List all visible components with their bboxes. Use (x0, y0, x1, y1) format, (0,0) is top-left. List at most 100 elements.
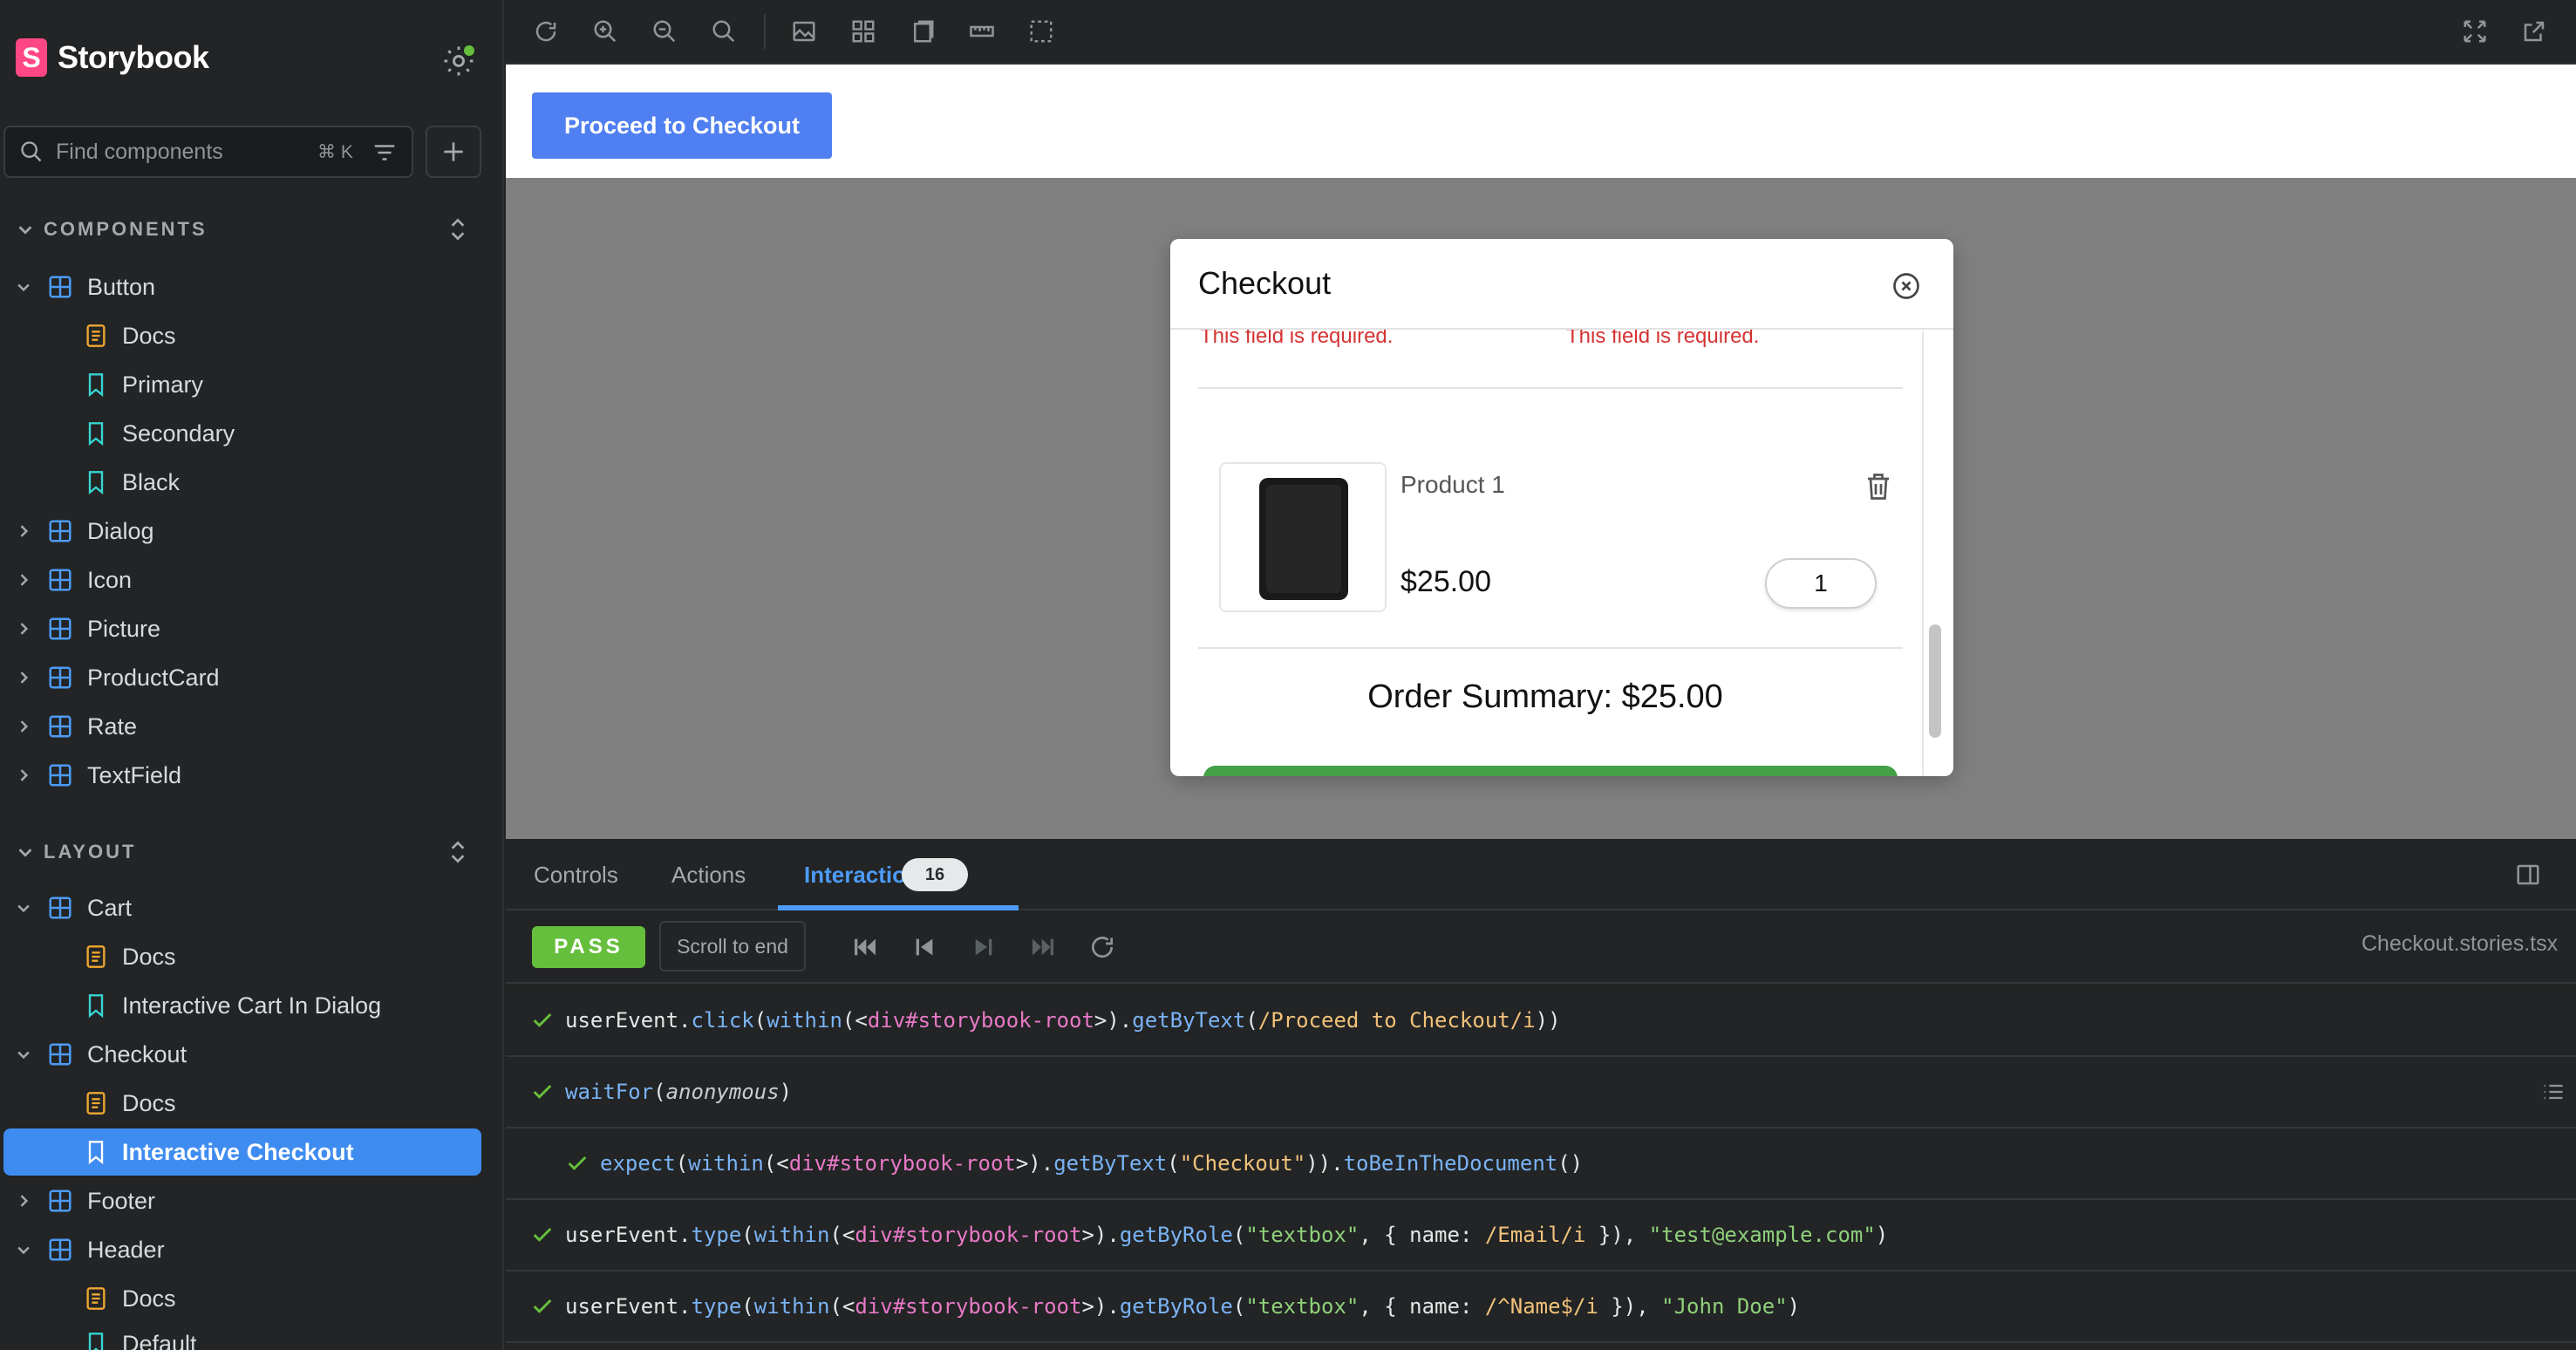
chevron-down-icon (18, 849, 32, 857)
sidebar-item-header[interactable]: Header (12, 1226, 165, 1273)
expand-collapse-icon[interactable] (446, 215, 469, 244)
log-row[interactable]: userEvent. type(within (< div#storybook-roo… (506, 1272, 2576, 1343)
open-new-tab-button[interactable] (2518, 16, 2550, 47)
log-token: ( (741, 1294, 754, 1319)
reload-button[interactable] (530, 16, 562, 47)
sidebar-item-label: Dialog (87, 517, 154, 544)
sidebar-item-button-primary[interactable]: Primary (72, 361, 203, 408)
log-token: /^Name$/i (1484, 1294, 1598, 1319)
background-button[interactable] (788, 16, 820, 47)
sidebar-item-header-default[interactable]: Default (72, 1320, 197, 1350)
sidebar-item-button-black[interactable]: Black (72, 459, 180, 506)
zoom-reset-button[interactable] (708, 16, 739, 47)
log-token: within (753, 1223, 830, 1247)
go-to-end-icon[interactable] (1029, 933, 1057, 961)
log-row[interactable]: waitFor(anonymous) (506, 1057, 2576, 1128)
group-layout[interactable]: LAYOUT (16, 841, 136, 863)
sidebar-item-label: Cart (87, 894, 133, 921)
log-token: "textbox" (1245, 1294, 1360, 1319)
zoom-out-icon (653, 20, 676, 43)
log-token: , { name: (1359, 1294, 1485, 1319)
log-token: div#storybook-root (855, 1223, 1082, 1247)
story-file-name: Checkout.stories.tsx (2361, 931, 2559, 956)
sidebar-item-header-docs[interactable]: Docs (72, 1275, 176, 1322)
log-token: "John Doe" (1661, 1294, 1788, 1319)
outline-button[interactable] (1026, 16, 1057, 47)
sidebar-item-button-secondary[interactable]: Secondary (72, 410, 235, 457)
log-token: >). (1081, 1223, 1120, 1247)
proceed-to-checkout-button[interactable]: Proceed to Checkout (532, 92, 832, 159)
sidebar-item-rate[interactable]: Rate (12, 703, 137, 750)
grid-button[interactable] (848, 16, 879, 47)
zoom-out-button[interactable] (649, 16, 680, 47)
go-to-start-icon[interactable] (851, 933, 879, 961)
fullscreen-button[interactable] (2459, 16, 2491, 47)
sidebar-item-textfield[interactable]: TextField (12, 752, 181, 799)
sidebar-item-label: Docs (122, 1285, 176, 1312)
measure-button[interactable] (966, 16, 998, 47)
log-token: ( (1245, 1008, 1258, 1033)
chevron-right-icon (20, 720, 29, 733)
sidebar-item-cart[interactable]: Cart (12, 884, 132, 931)
sidebar-item-cart-interactive[interactable]: Interactive Cart In Dialog (72, 982, 381, 1029)
sidebar-item-label: Black (122, 468, 181, 495)
component-icon (49, 1043, 72, 1066)
tab-actions[interactable]: Actions (671, 862, 746, 889)
add-button[interactable] (426, 126, 481, 178)
trash-icon[interactable] (1863, 469, 1894, 504)
storybook-logo[interactable]: S Storybook (16, 38, 209, 77)
log-token: }), (1585, 1223, 1649, 1247)
sidebar-item-button[interactable]: Button (12, 263, 155, 310)
fullscreen-icon (2464, 20, 2486, 43)
sidebar-item-checkout[interactable]: Checkout (12, 1031, 187, 1078)
group-label: COMPONENTS (44, 218, 208, 240)
dialog-scrollbar[interactable] (1929, 624, 1941, 738)
log-row[interactable]: userEvent. click(within (< div#storybook-ro… (506, 985, 2576, 1057)
list-icon[interactable] (2541, 1080, 2566, 1104)
log-token: within (767, 1008, 842, 1033)
log-token: (< (829, 1294, 855, 1319)
story-icon (88, 1333, 104, 1350)
step-forward-icon[interactable] (970, 933, 998, 961)
addon-tabs: Controls Actions Interactions 16 (506, 839, 2576, 910)
log-token: ( (653, 1080, 666, 1104)
zoom-in-button[interactable] (589, 16, 621, 47)
search-input[interactable]: Find components ⌘ K (3, 126, 413, 178)
scroll-to-end-button[interactable]: Scroll to end (659, 921, 806, 972)
log-row[interactable]: userEvent. type(within (< div#storybook-roo… (506, 1200, 2576, 1272)
rerun-icon[interactable] (1088, 933, 1116, 961)
section-divider (1198, 647, 1903, 649)
settings-button[interactable] (440, 42, 478, 80)
sidebar-item-checkout-interactive[interactable]: Interactive Checkout (3, 1128, 481, 1176)
submit-order-button[interactable] (1203, 766, 1898, 776)
sidebar-item-icon[interactable]: Icon (12, 556, 132, 603)
log-row-nested[interactable]: expect(within (< div#storybook-root >). getB… (506, 1128, 2576, 1200)
sidebar-item-picture[interactable]: Picture (12, 605, 160, 652)
log-token: (< (763, 1151, 789, 1176)
group-components[interactable]: COMPONENTS (16, 218, 208, 241)
chevron-down-icon (17, 1246, 30, 1255)
close-circle-icon[interactable] (1891, 270, 1922, 302)
story-icon (88, 471, 104, 495)
sidebar-item-footer[interactable]: Footer (12, 1177, 155, 1224)
panel-orientation-icon[interactable] (2515, 862, 2541, 888)
log-token: userEvent. (565, 1223, 692, 1247)
sidebar-item-label: Interactive Cart In Dialog (122, 992, 382, 1019)
step-back-icon[interactable] (910, 933, 938, 961)
sidebar-item-label: Docs (122, 943, 176, 970)
expand-collapse-icon[interactable] (446, 837, 469, 867)
quantity-input[interactable]: 1 (1765, 558, 1877, 609)
chevron-down-icon (17, 1051, 30, 1060)
chevron-right-icon (20, 769, 29, 781)
log-token: within (688, 1151, 764, 1176)
filter-icon[interactable] (371, 140, 398, 166)
sidebar-item-dialog[interactable]: Dialog (12, 508, 154, 555)
viewport-button[interactable] (907, 16, 938, 47)
sidebar-item-button-docs[interactable]: Docs (72, 312, 176, 359)
sidebar-item-cart-docs[interactable]: Docs (72, 933, 176, 980)
sidebar-item-label: ProductCard (87, 664, 220, 691)
log-token: anonymous (665, 1080, 780, 1104)
tab-controls[interactable]: Controls (534, 862, 618, 889)
sidebar-item-productcard[interactable]: ProductCard (12, 654, 220, 701)
sidebar-item-checkout-docs[interactable]: Docs (72, 1080, 176, 1127)
